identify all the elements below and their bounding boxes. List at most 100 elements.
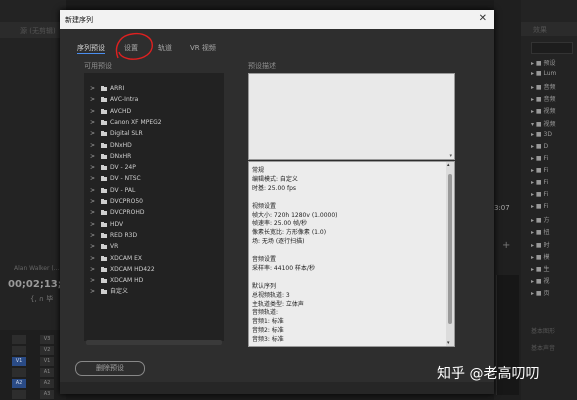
preset-folder-item[interactable]: > VR	[84, 242, 224, 252]
track-source-toggle[interactable]	[12, 346, 26, 355]
chevron-up-icon[interactable]: ▴	[447, 162, 450, 168]
effects-folder-item[interactable]: ▸ ■ Lum	[531, 70, 556, 77]
chevron-right-icon[interactable]: >	[90, 152, 95, 162]
effects-folder-item[interactable]: ▸ ■ Fi	[531, 203, 548, 210]
preset-folder-item[interactable]: > XDCAM HD	[84, 276, 224, 286]
track-target-toggle[interactable]: A2	[40, 379, 54, 388]
track-source-toggle[interactable]: V1	[12, 357, 26, 366]
delete-preset-button[interactable]: 删除预设	[75, 361, 145, 376]
track-source-toggle[interactable]	[12, 335, 26, 344]
chevron-right-icon[interactable]: >	[90, 84, 95, 94]
chevron-right-icon[interactable]: >	[90, 118, 95, 128]
source-panel-title: 源 (无剪辑)	[20, 27, 56, 35]
scrollbar-thumb[interactable]	[448, 174, 452, 324]
preset-folder-label: DV - PAL	[110, 186, 136, 194]
chevron-right-icon[interactable]: >	[90, 220, 95, 230]
preset-tree[interactable]: > ARRI > AVC-Intra > AVCHD > Canon XF MPEG2 > Dig…	[84, 73, 224, 341]
effects-folder-item[interactable]: ▸ ■ Fi	[531, 167, 548, 174]
chevron-right-icon[interactable]: >	[90, 287, 95, 297]
preset-folder-item[interactable]: > XDCAM EX	[84, 254, 224, 264]
effects-folder-item[interactable]: ▸ ■ 音频	[531, 82, 556, 91]
preset-folder-item[interactable]: > HDV	[84, 220, 224, 230]
preset-folder-item[interactable]: > XDCAM HD422	[84, 265, 224, 275]
playback-controls[interactable]: {, ∩ 毕	[30, 294, 53, 304]
chevron-right-icon[interactable]: >	[90, 141, 95, 151]
effects-folder-item[interactable]: ▾ ■ 视频	[531, 119, 556, 128]
folder-icon	[101, 142, 107, 148]
track-target-toggle[interactable]: V3	[40, 335, 54, 344]
effects-folder-item[interactable]: ▸ ■ Fi	[531, 191, 548, 198]
preset-folder-item[interactable]: > DV - NTSC	[84, 174, 224, 184]
effects-folder-item[interactable]: ▸ ■ 3D	[531, 131, 552, 138]
essential-sound-tab[interactable]: 基本声音	[531, 343, 555, 352]
chevron-right-icon[interactable]: >	[90, 107, 95, 117]
effects-search-input[interactable]	[531, 42, 573, 54]
preset-folder-item[interactable]: > RED R3D	[84, 231, 224, 241]
preset-folder-item[interactable]: > DVCPRO50	[84, 197, 224, 207]
preset-folder-item[interactable]: > DV - 24P	[84, 163, 224, 173]
info-scrollbar[interactable]: ▴ ▾	[446, 162, 454, 346]
effects-folder-item[interactable]: ▸ ■ 模	[531, 252, 550, 261]
chevron-right-icon[interactable]: >	[90, 186, 95, 196]
chevron-right-icon[interactable]: >	[90, 208, 95, 218]
tab-tracks[interactable]: 轨道	[158, 43, 172, 53]
preset-folder-item[interactable]: > Digital SLR	[84, 129, 224, 139]
effects-folder-item[interactable]: ▸ ■ D	[531, 143, 548, 150]
preset-folder-item[interactable]: > Canon XF MPEG2	[84, 118, 224, 128]
chevron-right-icon[interactable]: >	[90, 265, 95, 275]
preset-folder-item[interactable]: > DVCPROHD	[84, 208, 224, 218]
folder-icon	[101, 176, 107, 182]
add-button[interactable]: +	[502, 240, 510, 251]
close-icon[interactable]: ✕	[479, 13, 487, 24]
preset-tree-scrollbar[interactable]	[86, 340, 222, 345]
watermark: 知乎 @老高叨叨	[437, 366, 540, 382]
effects-folder-item[interactable]: ▸ ■ 视频	[531, 106, 556, 115]
track-source-toggle[interactable]: A2	[12, 379, 26, 388]
preset-folder-item[interactable]: > DNxHR	[84, 152, 224, 162]
preset-folder-label: VR	[110, 243, 119, 251]
effects-folder-item[interactable]: ▸ ■ 扭	[531, 227, 550, 236]
track-source-toggle[interactable]	[12, 390, 26, 399]
essential-graphics-tab[interactable]: 基本图形	[531, 326, 555, 335]
effects-folder-item[interactable]: ▸ ■ 视	[531, 276, 550, 285]
chevron-right-icon[interactable]: >	[90, 163, 95, 173]
chevron-down-icon[interactable]: ▾	[447, 340, 450, 346]
effects-folder-item[interactable]: ▸ ■ 时	[531, 240, 550, 249]
effects-folder-item[interactable]: ▸ ■ 生	[531, 264, 550, 273]
effects-folder-item[interactable]: ▸ ■ Fi	[531, 179, 548, 186]
tab-sequence-presets[interactable]: 序列预设	[77, 43, 105, 54]
info-line: 音频轨道:	[252, 309, 279, 317]
chevron-right-icon[interactable]: >	[90, 276, 95, 286]
effects-folder-item[interactable]: ▸ ■ 音频	[531, 94, 556, 103]
preset-folder-item[interactable]: > ARRI	[84, 84, 224, 94]
preset-folder-item[interactable]: > 自定义	[84, 287, 224, 297]
tab-settings[interactable]: 设置	[124, 43, 138, 53]
track-row: A1	[0, 367, 66, 378]
chevron-right-icon[interactable]: >	[90, 242, 95, 252]
preset-folder-item[interactable]: > DV - PAL	[84, 186, 224, 196]
preset-folder-item[interactable]: > DNxHD	[84, 141, 224, 151]
preset-folder-item[interactable]: > AVCHD	[84, 107, 224, 117]
track-source-toggle[interactable]	[12, 368, 26, 377]
chevron-right-icon[interactable]: >	[90, 254, 95, 264]
effects-folder-item[interactable]: ▸ ■ 预设	[531, 58, 556, 67]
track-target-toggle[interactable]: V2	[40, 346, 54, 355]
tab-vr-video[interactable]: VR 视频	[190, 43, 216, 53]
preset-folder-label: DNxHD	[110, 141, 132, 149]
effects-folder-item[interactable]: ▸ ■ 方	[531, 215, 550, 224]
chevron-right-icon[interactable]: >	[90, 197, 95, 207]
info-line: 视频设置	[252, 202, 277, 210]
effects-folder-item[interactable]: ▸ ■ Fi	[531, 155, 548, 162]
info-line: 主轨道类型: 立体声	[252, 300, 304, 308]
chevron-right-icon[interactable]: >	[90, 174, 95, 184]
chevron-right-icon[interactable]: >	[90, 231, 95, 241]
info-line: 帧速率: 25.00 帧/秒	[252, 220, 308, 228]
effects-folder-item[interactable]: ▸ ■ 页	[531, 288, 550, 297]
track-target-toggle[interactable]: A3	[40, 390, 54, 399]
track-target-toggle[interactable]: A1	[40, 368, 54, 377]
preset-folder-item[interactable]: > AVC-Intra	[84, 95, 224, 105]
track-target-toggle[interactable]: V1	[40, 357, 54, 366]
chevron-right-icon[interactable]: >	[90, 129, 95, 139]
chevron-down-icon[interactable]: ▾	[449, 153, 452, 159]
chevron-right-icon[interactable]: >	[90, 95, 95, 105]
